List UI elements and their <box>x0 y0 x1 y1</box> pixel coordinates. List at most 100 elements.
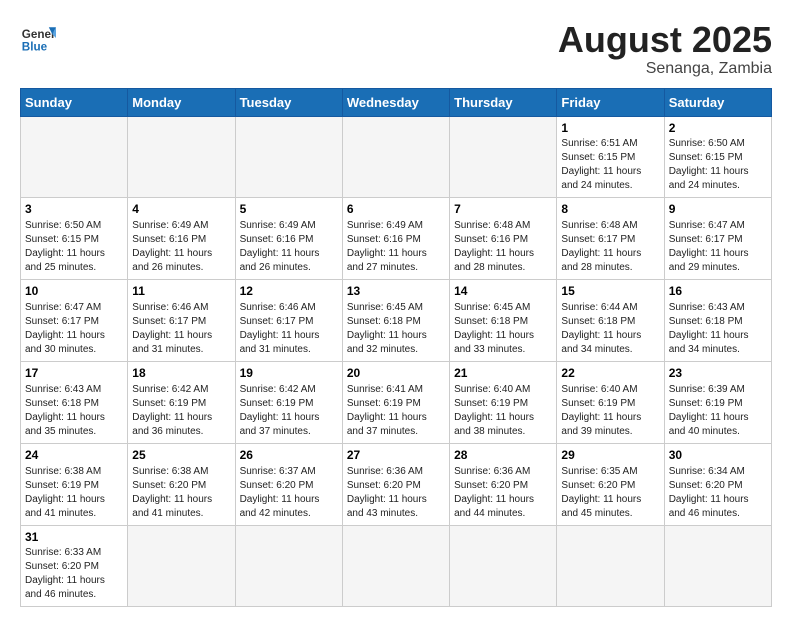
calendar-day-cell: 5Sunrise: 6:49 AMSunset: 6:16 PMDaylight… <box>235 198 342 280</box>
day-info: Sunrise: 6:43 AMSunset: 6:18 PMDaylight:… <box>669 301 767 357</box>
calendar-day-cell <box>21 116 128 198</box>
calendar-day-cell: 20Sunrise: 6:41 AMSunset: 6:19 PMDayligh… <box>342 361 449 443</box>
day-number: 18 <box>132 365 230 382</box>
month-year-title: August 2025 <box>558 20 772 60</box>
calendar-day-cell: 7Sunrise: 6:48 AMSunset: 6:16 PMDaylight… <box>450 198 557 280</box>
calendar-day-cell: 8Sunrise: 6:48 AMSunset: 6:17 PMDaylight… <box>557 198 664 280</box>
calendar-day-cell: 22Sunrise: 6:40 AMSunset: 6:19 PMDayligh… <box>557 361 664 443</box>
calendar-day-cell: 27Sunrise: 6:36 AMSunset: 6:20 PMDayligh… <box>342 443 449 525</box>
calendar-day-cell: 23Sunrise: 6:39 AMSunset: 6:19 PMDayligh… <box>664 361 771 443</box>
day-number: 3 <box>25 201 123 218</box>
day-info: Sunrise: 6:50 AMSunset: 6:15 PMDaylight:… <box>25 219 123 275</box>
day-info: Sunrise: 6:36 AMSunset: 6:20 PMDaylight:… <box>347 465 445 521</box>
day-info: Sunrise: 6:46 AMSunset: 6:17 PMDaylight:… <box>240 301 338 357</box>
calendar-day-cell: 13Sunrise: 6:45 AMSunset: 6:18 PMDayligh… <box>342 280 449 362</box>
day-number: 1 <box>561 120 659 137</box>
day-info: Sunrise: 6:49 AMSunset: 6:16 PMDaylight:… <box>132 219 230 275</box>
day-number: 20 <box>347 365 445 382</box>
day-info: Sunrise: 6:42 AMSunset: 6:19 PMDaylight:… <box>240 383 338 439</box>
day-number: 10 <box>25 283 123 300</box>
calendar-day-cell: 31Sunrise: 6:33 AMSunset: 6:20 PMDayligh… <box>21 525 128 607</box>
day-info: Sunrise: 6:45 AMSunset: 6:18 PMDaylight:… <box>347 301 445 357</box>
weekday-header-friday: Friday <box>557 88 664 116</box>
weekday-header-row: SundayMondayTuesdayWednesdayThursdayFrid… <box>21 88 772 116</box>
calendar-day-cell: 9Sunrise: 6:47 AMSunset: 6:17 PMDaylight… <box>664 198 771 280</box>
calendar-day-cell: 17Sunrise: 6:43 AMSunset: 6:18 PMDayligh… <box>21 361 128 443</box>
calendar-day-cell: 6Sunrise: 6:49 AMSunset: 6:16 PMDaylight… <box>342 198 449 280</box>
day-number: 4 <box>132 201 230 218</box>
calendar-day-cell: 25Sunrise: 6:38 AMSunset: 6:20 PMDayligh… <box>128 443 235 525</box>
day-info: Sunrise: 6:45 AMSunset: 6:18 PMDaylight:… <box>454 301 552 357</box>
day-info: Sunrise: 6:50 AMSunset: 6:15 PMDaylight:… <box>669 137 767 193</box>
day-info: Sunrise: 6:38 AMSunset: 6:20 PMDaylight:… <box>132 465 230 521</box>
day-number: 25 <box>132 447 230 464</box>
calendar-week-row: 17Sunrise: 6:43 AMSunset: 6:18 PMDayligh… <box>21 361 772 443</box>
day-number: 30 <box>669 447 767 464</box>
calendar-day-cell: 2Sunrise: 6:50 AMSunset: 6:15 PMDaylight… <box>664 116 771 198</box>
day-info: Sunrise: 6:36 AMSunset: 6:20 PMDaylight:… <box>454 465 552 521</box>
calendar-day-cell: 19Sunrise: 6:42 AMSunset: 6:19 PMDayligh… <box>235 361 342 443</box>
calendar-week-row: 3Sunrise: 6:50 AMSunset: 6:15 PMDaylight… <box>21 198 772 280</box>
day-info: Sunrise: 6:40 AMSunset: 6:19 PMDaylight:… <box>561 383 659 439</box>
day-info: Sunrise: 6:48 AMSunset: 6:16 PMDaylight:… <box>454 219 552 275</box>
calendar-day-cell: 18Sunrise: 6:42 AMSunset: 6:19 PMDayligh… <box>128 361 235 443</box>
calendar-day-cell <box>342 116 449 198</box>
calendar-day-cell: 24Sunrise: 6:38 AMSunset: 6:19 PMDayligh… <box>21 443 128 525</box>
day-number: 28 <box>454 447 552 464</box>
calendar-day-cell <box>128 116 235 198</box>
calendar-day-cell <box>128 525 235 607</box>
day-info: Sunrise: 6:46 AMSunset: 6:17 PMDaylight:… <box>132 301 230 357</box>
day-number: 6 <box>347 201 445 218</box>
day-number: 29 <box>561 447 659 464</box>
calendar-week-row: 1Sunrise: 6:51 AMSunset: 6:15 PMDaylight… <box>21 116 772 198</box>
day-info: Sunrise: 6:49 AMSunset: 6:16 PMDaylight:… <box>347 219 445 275</box>
svg-text:Blue: Blue <box>22 41 48 54</box>
weekday-header-wednesday: Wednesday <box>342 88 449 116</box>
day-info: Sunrise: 6:35 AMSunset: 6:20 PMDaylight:… <box>561 465 659 521</box>
calendar-week-row: 31Sunrise: 6:33 AMSunset: 6:20 PMDayligh… <box>21 525 772 607</box>
day-number: 16 <box>669 283 767 300</box>
title-block: August 2025 Senanga, Zambia <box>558 20 772 78</box>
calendar-day-cell: 1Sunrise: 6:51 AMSunset: 6:15 PMDaylight… <box>557 116 664 198</box>
location-subtitle: Senanga, Zambia <box>558 60 772 78</box>
calendar-day-cell: 11Sunrise: 6:46 AMSunset: 6:17 PMDayligh… <box>128 280 235 362</box>
weekday-header-sunday: Sunday <box>21 88 128 116</box>
day-number: 7 <box>454 201 552 218</box>
day-number: 15 <box>561 283 659 300</box>
calendar-day-cell: 10Sunrise: 6:47 AMSunset: 6:17 PMDayligh… <box>21 280 128 362</box>
day-number: 23 <box>669 365 767 382</box>
day-info: Sunrise: 6:33 AMSunset: 6:20 PMDaylight:… <box>25 546 123 602</box>
day-number: 2 <box>669 120 767 137</box>
calendar-day-cell: 3Sunrise: 6:50 AMSunset: 6:15 PMDaylight… <box>21 198 128 280</box>
day-number: 5 <box>240 201 338 218</box>
calendar-day-cell <box>664 525 771 607</box>
day-number: 14 <box>454 283 552 300</box>
day-number: 12 <box>240 283 338 300</box>
day-number: 31 <box>25 529 123 546</box>
calendar-day-cell: 26Sunrise: 6:37 AMSunset: 6:20 PMDayligh… <box>235 443 342 525</box>
weekday-header-monday: Monday <box>128 88 235 116</box>
day-info: Sunrise: 6:39 AMSunset: 6:19 PMDaylight:… <box>669 383 767 439</box>
calendar-day-cell: 4Sunrise: 6:49 AMSunset: 6:16 PMDaylight… <box>128 198 235 280</box>
day-number: 24 <box>25 447 123 464</box>
calendar-week-row: 10Sunrise: 6:47 AMSunset: 6:17 PMDayligh… <box>21 280 772 362</box>
weekday-header-thursday: Thursday <box>450 88 557 116</box>
day-number: 22 <box>561 365 659 382</box>
calendar-day-cell: 29Sunrise: 6:35 AMSunset: 6:20 PMDayligh… <box>557 443 664 525</box>
day-number: 8 <box>561 201 659 218</box>
day-info: Sunrise: 6:48 AMSunset: 6:17 PMDaylight:… <box>561 219 659 275</box>
day-info: Sunrise: 6:43 AMSunset: 6:18 PMDaylight:… <box>25 383 123 439</box>
calendar-day-cell <box>235 116 342 198</box>
day-number: 11 <box>132 283 230 300</box>
calendar-week-row: 24Sunrise: 6:38 AMSunset: 6:19 PMDayligh… <box>21 443 772 525</box>
day-info: Sunrise: 6:47 AMSunset: 6:17 PMDaylight:… <box>25 301 123 357</box>
logo: General Blue <box>20 20 56 56</box>
page-header: General Blue August 2025 Senanga, Zambia <box>20 20 772 78</box>
calendar-day-cell: 16Sunrise: 6:43 AMSunset: 6:18 PMDayligh… <box>664 280 771 362</box>
day-info: Sunrise: 6:49 AMSunset: 6:16 PMDaylight:… <box>240 219 338 275</box>
day-number: 27 <box>347 447 445 464</box>
calendar-day-cell <box>557 525 664 607</box>
day-number: 19 <box>240 365 338 382</box>
day-number: 21 <box>454 365 552 382</box>
calendar-day-cell: 21Sunrise: 6:40 AMSunset: 6:19 PMDayligh… <box>450 361 557 443</box>
